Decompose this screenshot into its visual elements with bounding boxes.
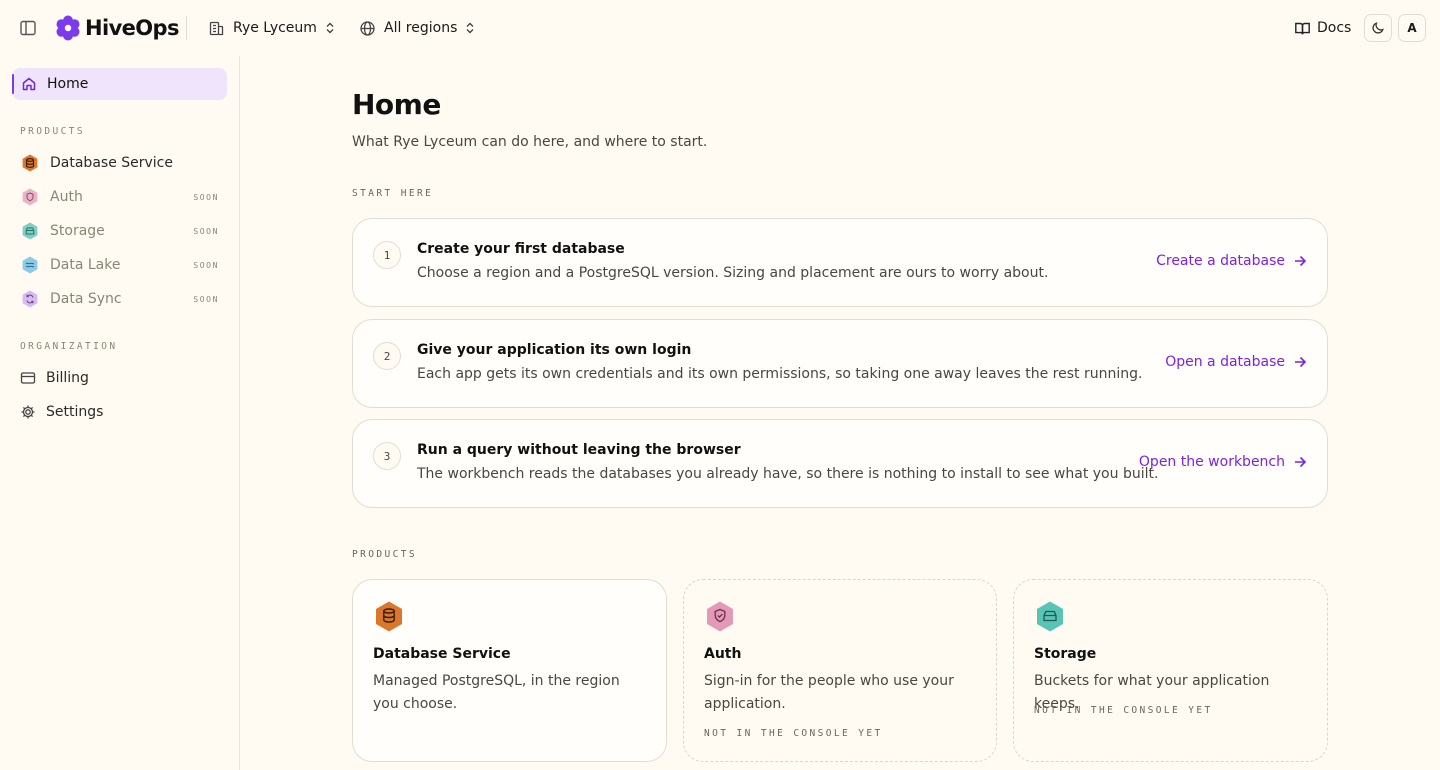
sidebar-item-auth[interactable]: Auth SOON (12, 182, 227, 212)
step-card: 3 Run a query without leaving the browse… (352, 419, 1328, 508)
home-icon (22, 77, 36, 91)
soon-badge: SOON (193, 260, 219, 270)
active-indicator (12, 74, 14, 94)
page-subtitle: What Rye Lyceum can do here, and where t… (352, 134, 708, 150)
step-card: 1 Create your first database Choose a re… (352, 218, 1328, 307)
product-card-storage: Storage Buckets for what your applicatio… (1013, 579, 1328, 762)
book-open-icon (1295, 22, 1310, 34)
sidebar-toggle-icon[interactable] (19, 19, 37, 37)
step-description: Choose a region and a PostgreSQL version… (417, 265, 1049, 281)
sidebar-item-label: Settings (46, 404, 104, 420)
storage-hex-icon (1037, 601, 1063, 632)
building-icon (209, 21, 224, 35)
product-name: Auth (704, 646, 742, 662)
soon-badge: SOON (193, 226, 219, 236)
product-name: Database Service (373, 646, 511, 662)
page-title: Home (352, 88, 441, 121)
soon-badge: SOON (193, 192, 219, 202)
arrow-right-icon (1295, 456, 1307, 468)
product-status: NOT IN THE CONSOLE YET (1034, 705, 1213, 716)
step-link-label: Open a database (1165, 354, 1285, 370)
sidebar-item-home[interactable]: Home (12, 68, 227, 100)
org-name: Rye Lyceum (233, 20, 317, 36)
step-title: Give your application its own login (417, 342, 692, 358)
arrow-right-icon (1295, 356, 1307, 368)
organization-section-label: ORGANIZATION (20, 341, 118, 352)
sidebar-item-data-lake[interactable]: Data Lake SOON (12, 250, 227, 280)
gear-icon (21, 405, 35, 419)
open-database-link[interactable]: Open a database (1165, 354, 1307, 370)
chevron-up-down-icon (326, 22, 334, 34)
storage-hex-icon (22, 222, 38, 240)
step-title: Create your first database (417, 241, 625, 257)
product-card-database-service[interactable]: Database Service Managed PostgreSQL, in … (352, 579, 667, 762)
hive-logo-icon (56, 15, 80, 41)
region-name: All regions (384, 20, 458, 36)
soon-badge: SOON (193, 294, 219, 304)
app-name: HiveOps (85, 16, 179, 40)
docs-label: Docs (1317, 20, 1352, 36)
sidebar-item-billing[interactable]: Billing (12, 363, 227, 393)
step-number: 3 (373, 442, 401, 470)
step-description: Each app gets its own credentials and it… (417, 366, 1143, 382)
product-name: Storage (1034, 646, 1097, 662)
shield-hex-icon (22, 188, 38, 206)
globe-icon (360, 20, 375, 36)
sidebar-item-label: Auth (50, 189, 83, 205)
sidebar-item-database-service[interactable]: Database Service (12, 148, 227, 178)
arrow-right-icon (1295, 255, 1307, 267)
sidebar-item-label: Data Sync (50, 291, 122, 307)
docs-link[interactable]: Docs (1294, 17, 1351, 39)
sidebar-item-storage[interactable]: Storage SOON (12, 216, 227, 246)
sidebar-item-label: Home (47, 76, 89, 92)
products-label: PRODUCTS (352, 549, 417, 560)
app-logo[interactable]: HiveOps (55, 15, 179, 41)
sidebar-item-label: Storage (50, 223, 105, 239)
theme-toggle-button[interactable] (1364, 14, 1392, 42)
database-hex-icon (22, 154, 38, 172)
org-switcher[interactable]: Rye Lyceum (208, 17, 337, 39)
sidebar-item-label: Data Lake (50, 257, 121, 273)
sidebar-item-label: Database Service (50, 155, 173, 171)
start-here-label: START HERE (352, 188, 434, 199)
step-number: 2 (373, 342, 401, 370)
sidebar-item-settings[interactable]: Settings (12, 397, 227, 427)
sidebar: Home PRODUCTS Database Service Auth SOON… (0, 56, 240, 770)
moon-icon (1372, 22, 1384, 34)
step-description: The workbench reads the databases you al… (417, 466, 1159, 482)
step-link-label: Open the workbench (1138, 454, 1285, 470)
chevron-up-down-icon (466, 22, 474, 34)
step-link-label: Create a database (1156, 253, 1285, 269)
lake-hex-icon (22, 256, 38, 274)
top-bar: HiveOps Rye Lyceum All regions Docs A (0, 0, 1440, 56)
open-workbench-link[interactable]: Open the workbench (1139, 454, 1307, 470)
user-avatar[interactable]: A (1398, 14, 1426, 42)
product-description: Sign-in for the people who use your appl… (704, 673, 954, 712)
step-title: Run a query without leaving the browser (417, 442, 741, 458)
sidebar-item-label: Billing (46, 370, 89, 386)
step-number: 1 (373, 241, 401, 269)
create-database-link[interactable]: Create a database (1156, 253, 1307, 269)
sidebar-item-data-sync[interactable]: Data Sync SOON (12, 284, 227, 314)
credit-card-icon (20, 372, 36, 384)
topbar-divider (186, 16, 187, 40)
region-switcher[interactable]: All regions (359, 17, 477, 39)
product-card-auth: Auth Sign-in for the people who use your… (683, 579, 997, 762)
database-hex-icon (376, 601, 402, 632)
shield-hex-icon (707, 601, 733, 632)
product-description: Managed PostgreSQL, in the region you ch… (373, 673, 620, 712)
products-section-label: PRODUCTS (20, 126, 85, 137)
sync-hex-icon (22, 290, 38, 308)
step-card: 2 Give your application its own login Ea… (352, 319, 1328, 408)
product-status: NOT IN THE CONSOLE YET (704, 728, 883, 739)
